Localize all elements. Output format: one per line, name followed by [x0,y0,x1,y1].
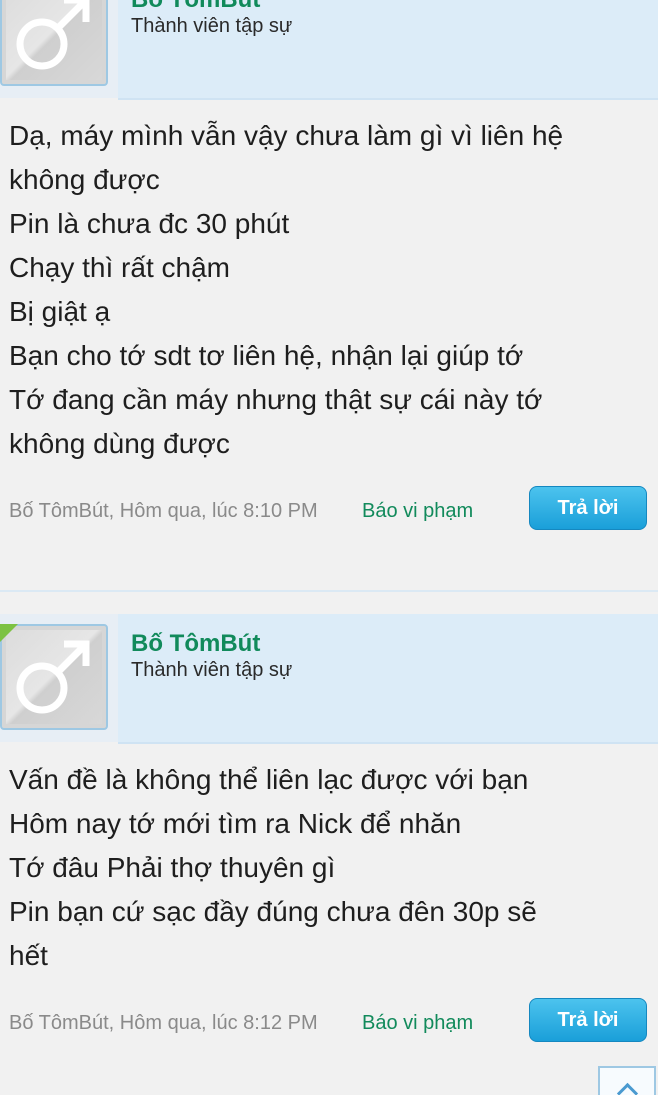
message-line: không dùng được [9,428,230,459]
message-line: Tớ đâu Phải thợ thuyên gì [9,852,336,883]
message-line: Dạ, máy mình vẫn vậy chưa làm gì vì liên… [9,120,564,151]
message-line: Pin bạn cứ sạc đầy đúng chưa đên 30p sẽ [9,896,537,927]
message-line: Bạn cho tớ sdt tơ liên hệ, nhận lại giúp… [9,340,524,371]
avatar[interactable] [0,0,108,86]
message-body: Dạ, máy mình vẫn vậy chưa làm gì vì liên… [0,100,658,466]
message-line: Bị giật ạ [9,296,111,327]
post-author-time[interactable]: Bố TômBút, Hôm qua, lúc 8:10 PM [9,500,318,523]
report-link[interactable]: Báo vi phạm [362,500,473,523]
message-body: Vấn đề là không thể liên lạc được với bạ… [0,744,658,978]
chevron-up-icon [616,1082,639,1095]
scroll-to-top-button[interactable] [598,1066,656,1095]
message-line: không được [9,164,160,195]
reply-button[interactable]: Trả lời [529,998,647,1042]
post: Bố TômBút Thành viên tập sự Dạ, máy mình… [0,0,658,546]
report-link[interactable]: Báo vi phạm [362,1012,473,1035]
username[interactable]: Bố TômBút [131,630,260,658]
post-meta: Bố TômBút, Hôm qua, lúc 8:12 PM Báo vi p… [0,998,658,1058]
male-symbol-icon [16,0,90,70]
message-line: hết [9,940,48,971]
message-line: Tớ đang cần máy nhưng thật sự cái này tớ [9,384,543,415]
post-header: Bố TômBút Thành viên tập sự [0,604,658,744]
user-title: Thành viên tập sự [131,659,293,681]
thread-page: Bố TômBút Thành viên tập sự Dạ, máy mình… [0,0,658,1095]
online-indicator [0,624,18,642]
message-line: Chạy thì rất chậm [9,252,230,283]
message-line: Pin là chưa đc 30 phút [9,208,290,239]
reply-button[interactable]: Trả lời [529,486,647,530]
post-header: Bố TômBút Thành viên tập sự [0,0,658,100]
post: Bố TômBút Thành viên tập sự Vấn đề là kh… [0,604,658,1058]
user-title: Thành viên tập sự [131,15,293,37]
post-meta: Bố TômBút, Hôm qua, lúc 8:10 PM Báo vi p… [0,486,658,546]
post-author-time[interactable]: Bố TômBút, Hôm qua, lúc 8:12 PM [9,1012,318,1035]
post-divider [0,590,658,592]
message-line: Vấn đề là không thể liên lạc được với bạ… [9,764,529,795]
username[interactable]: Bố TômBút [131,0,260,14]
message-line: Hôm nay tớ mới tìm ra Nick để nhăn [9,808,462,839]
